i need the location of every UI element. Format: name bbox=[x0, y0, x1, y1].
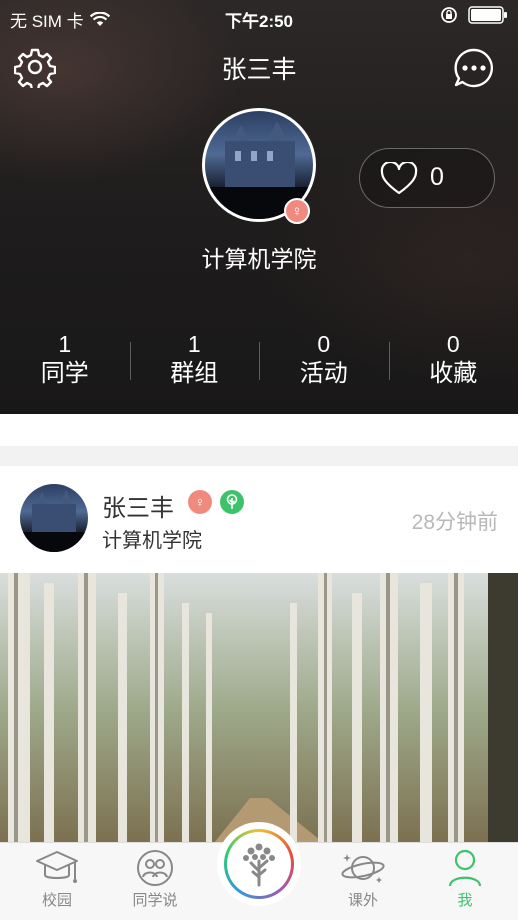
post-author-college: 计算机学院 bbox=[102, 530, 202, 552]
post-author-name[interactable]: 张三丰 bbox=[102, 488, 174, 523]
page-title: 张三丰 bbox=[221, 56, 297, 84]
profile-header: 无 SIM 卡 下午2:50 张三丰 ♀ 0 计算机学院 1 同学 1 群组 0… bbox=[0, 0, 518, 414]
heart-icon bbox=[380, 162, 418, 195]
graduation-cap-icon bbox=[36, 851, 78, 883]
stat-value: 1 bbox=[58, 331, 72, 357]
building-photo-icon bbox=[20, 490, 88, 552]
tab-campus[interactable]: 校园 bbox=[12, 849, 102, 910]
planet-icon bbox=[341, 854, 385, 883]
tab-label: 校园 bbox=[41, 892, 72, 909]
stat-activities[interactable]: 0 活动 bbox=[259, 330, 389, 394]
stat-label: 同学 bbox=[40, 360, 89, 387]
post-author-avatar[interactable] bbox=[20, 484, 88, 552]
battery-icon bbox=[468, 6, 507, 24]
like-button[interactable]: 0 bbox=[359, 148, 495, 208]
section-divider bbox=[0, 414, 518, 446]
stat-value: 0 bbox=[446, 331, 460, 357]
profile-avatar[interactable]: ♀ bbox=[202, 108, 316, 224]
tab-label: 课外 bbox=[347, 892, 378, 909]
gender-female-badge: ♀ bbox=[188, 490, 212, 514]
stat-classmates[interactable]: 1 同学 bbox=[0, 330, 130, 394]
status-bar: 无 SIM 卡 下午2:50 bbox=[0, 0, 518, 34]
forest-path-photo bbox=[0, 573, 518, 848]
tree-badge-icon bbox=[220, 490, 244, 514]
stat-favorites[interactable]: 0 收藏 bbox=[388, 330, 518, 394]
stat-label: 收藏 bbox=[429, 360, 478, 387]
center-post-button[interactable] bbox=[217, 822, 301, 906]
tab-me[interactable]: 我 bbox=[420, 849, 510, 910]
rotation-lock-icon bbox=[441, 7, 457, 23]
stat-label: 活动 bbox=[299, 360, 348, 387]
post-card[interactable]: 张三丰 ♀ 计算机学院 28分钟前 bbox=[0, 466, 518, 848]
stat-value: 0 bbox=[317, 331, 331, 357]
person-icon bbox=[448, 849, 482, 887]
tree-logo-icon bbox=[243, 843, 275, 887]
stat-groups[interactable]: 1 群组 bbox=[129, 330, 260, 394]
like-count: 0 bbox=[430, 163, 444, 191]
profile-college: 计算机学院 bbox=[201, 246, 317, 272]
stat-value: 1 bbox=[187, 331, 201, 357]
message-bubble-icon[interactable] bbox=[452, 46, 496, 90]
tab-classmates-say[interactable]: 同学说 bbox=[110, 849, 200, 910]
tab-label: 我 bbox=[457, 892, 473, 909]
post-photo[interactable] bbox=[0, 573, 518, 848]
tab-extracurricular[interactable]: 课外 bbox=[318, 849, 408, 910]
gender-female-badge: ♀ bbox=[284, 198, 310, 224]
people-icon bbox=[137, 850, 173, 886]
stats-row: 1 同学 1 群组 0 活动 0 收藏 bbox=[0, 330, 518, 394]
post-timestamp: 28分钟前 bbox=[411, 511, 498, 534]
tab-label: 同学说 bbox=[132, 892, 178, 909]
stat-label: 群组 bbox=[170, 360, 219, 387]
